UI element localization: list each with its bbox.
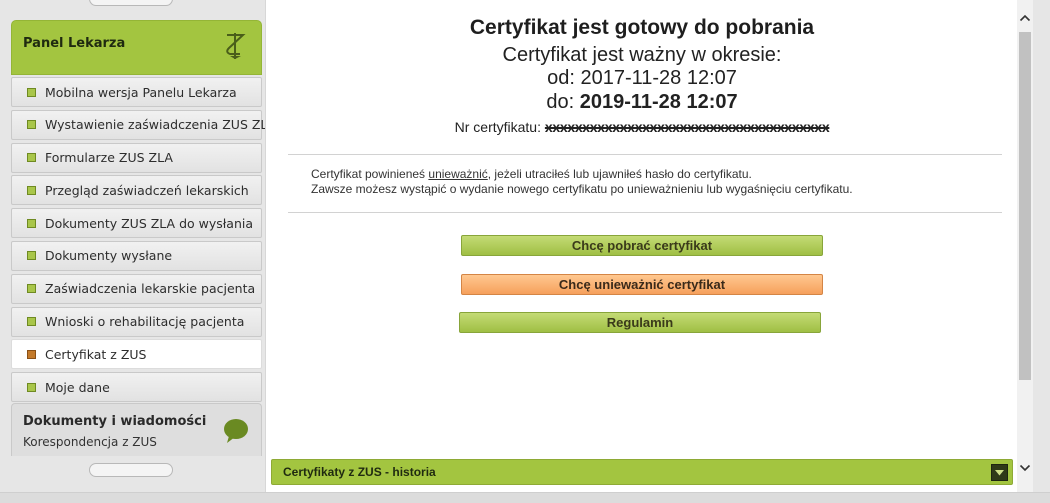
bullet-icon bbox=[27, 120, 36, 130]
info-line-1: Certyfikat powinieneś unieważnić, jeżeli… bbox=[311, 167, 991, 182]
sidebar-item-issue-zla[interactable]: Wystawienie zaświadczenia ZUS ZLA bbox=[11, 109, 276, 140]
valid-from: od: 2017-11-28 12:07 bbox=[266, 67, 1018, 90]
sidebar-item-my-data[interactable]: Moje dane bbox=[11, 372, 262, 403]
panel-title: Panel Lekarza bbox=[23, 36, 126, 51]
bullet-icon bbox=[27, 185, 36, 195]
sidebar-item-label: Mobilna wersja Panelu Lekarza bbox=[45, 84, 237, 100]
info-text-after: , jeżeli utraciłeś lub ujawniłeś hasło d… bbox=[487, 167, 752, 181]
sidebar-item-label: Formularze ZUS ZLA bbox=[45, 150, 173, 166]
sidebar-item-label: Wystawienie zaświadczenia ZUS ZLA bbox=[45, 117, 277, 133]
sidebar-item-label: Zaświadczenia lekarskie pacjenta bbox=[45, 281, 256, 297]
sidebar-item-label: Wnioski o rehabilitację pacjenta bbox=[45, 314, 245, 330]
caduceus-icon bbox=[221, 31, 249, 61]
sidebar-item-patient-certificates[interactable]: Zaświadczenia lekarskie pacjenta bbox=[11, 273, 262, 304]
sidebar-item-rehabilitation-requests[interactable]: Wnioski o rehabilitację pacjenta bbox=[11, 306, 262, 337]
scrollbar-thumb[interactable] bbox=[1019, 32, 1031, 380]
certificate-history-label: Certyfikaty z ZUS - historia bbox=[283, 465, 436, 479]
certificate-number-value: xxxxxxxxxxxxxxxxxxxxxxxxxxxxxxxxxxxxxx bbox=[544, 119, 830, 135]
sidebar-item-forms-zla[interactable]: Formularze ZUS ZLA bbox=[11, 142, 262, 173]
valid-to-label: do: bbox=[546, 91, 575, 113]
sidebar-item-label: Dokumenty ZUS ZLA do wysłania bbox=[45, 215, 254, 231]
certificate-info: Certyfikat powinieneś unieważnić, jeżeli… bbox=[311, 167, 991, 197]
valid-from-label: od: bbox=[547, 67, 575, 89]
certificate-history-panel[interactable]: Certyfikaty z ZUS - historia bbox=[271, 459, 1013, 485]
panel-header[interactable]: Panel Lekarza bbox=[11, 20, 262, 75]
valid-from-value: 2017-11-28 12:07 bbox=[580, 67, 737, 89]
sidebar-scroll-up-button[interactable] bbox=[89, 0, 173, 6]
regulations-button[interactable]: Regulamin bbox=[459, 312, 821, 333]
bullet-icon bbox=[27, 87, 36, 97]
revoke-certificate-button[interactable]: Chcę unieważnić certyfikat bbox=[461, 274, 823, 295]
sidebar-item-certificates-review[interactable]: Przegląd zaświadczeń lekarskich bbox=[11, 175, 262, 206]
chevron-up-icon[interactable] bbox=[1017, 10, 1033, 26]
chevron-down-icon[interactable] bbox=[1017, 460, 1033, 476]
speech-bubble-icon bbox=[223, 418, 249, 444]
sidebar-menu: Mobilna wersja Panelu Lekarza Wystawieni… bbox=[11, 77, 276, 405]
sidebar-item-sent-documents[interactable]: Dokumenty wysłane bbox=[11, 240, 262, 271]
divider bbox=[288, 212, 1002, 213]
certificate-number: Nr certyfikatu: xxxxxxxxxxxxxxxxxxxxxxxx… bbox=[266, 119, 1018, 135]
validity-label: Certyfikat jest ważny w okresie: bbox=[502, 44, 782, 66]
sidebar-scroll-down-button[interactable] bbox=[89, 463, 173, 477]
download-certificate-button[interactable]: Chcę pobrać certyfikat bbox=[461, 235, 823, 256]
certificate-number-label: Nr certyfikatu: bbox=[454, 119, 541, 135]
bullet-icon bbox=[27, 218, 36, 228]
bottom-border bbox=[0, 492, 1050, 503]
bullet-icon bbox=[27, 153, 36, 163]
revoke-link[interactable]: unieważnić bbox=[428, 167, 487, 181]
main-content: Certyfikat jest gotowy do pobrania Certy… bbox=[265, 0, 1017, 492]
bullet-icon bbox=[27, 284, 36, 294]
sidebar-item-zus-certificate[interactable]: Certyfikat z ZUS bbox=[11, 339, 262, 370]
sidebar: Panel Lekarza Mobilna wersja Panelu Leka… bbox=[0, 0, 276, 503]
bullet-icon bbox=[27, 349, 36, 359]
info-text-before: Certyfikat powinieneś bbox=[311, 167, 429, 181]
sidebar-item-label: Certyfikat z ZUS bbox=[45, 346, 147, 362]
documents-title: Dokumenty i wiadomości bbox=[23, 414, 207, 429]
sidebar-item-label: Dokumenty wysłane bbox=[45, 248, 173, 264]
sidebar-item-documents-to-send[interactable]: Dokumenty ZUS ZLA do wysłania bbox=[11, 208, 262, 239]
bullet-icon bbox=[27, 317, 36, 327]
page-title: Certyfikat jest gotowy do pobrania bbox=[469, 16, 815, 39]
valid-to: do: 2019-11-28 12:07 bbox=[266, 91, 1018, 114]
valid-to-value: 2019-11-28 12:07 bbox=[579, 91, 738, 113]
sidebar-item-label: Przegląd zaświadczeń lekarskich bbox=[45, 182, 249, 198]
sidebar-item-label: Moje dane bbox=[45, 379, 110, 395]
chevron-down-icon[interactable] bbox=[991, 464, 1008, 481]
bullet-icon bbox=[27, 382, 36, 392]
documents-subtitle: Korespondencja z ZUS bbox=[23, 435, 157, 449]
vertical-scrollbar[interactable] bbox=[1017, 0, 1033, 492]
documents-and-messages-panel[interactable]: Dokumenty i wiadomości Korespondencja z … bbox=[11, 403, 262, 456]
bullet-icon bbox=[27, 251, 36, 261]
sidebar-item-mobile-panel[interactable]: Mobilna wersja Panelu Lekarza bbox=[11, 77, 262, 107]
divider bbox=[288, 154, 1002, 155]
info-line-2: Zawsze możesz wystąpić o wydanie nowego … bbox=[311, 182, 853, 196]
